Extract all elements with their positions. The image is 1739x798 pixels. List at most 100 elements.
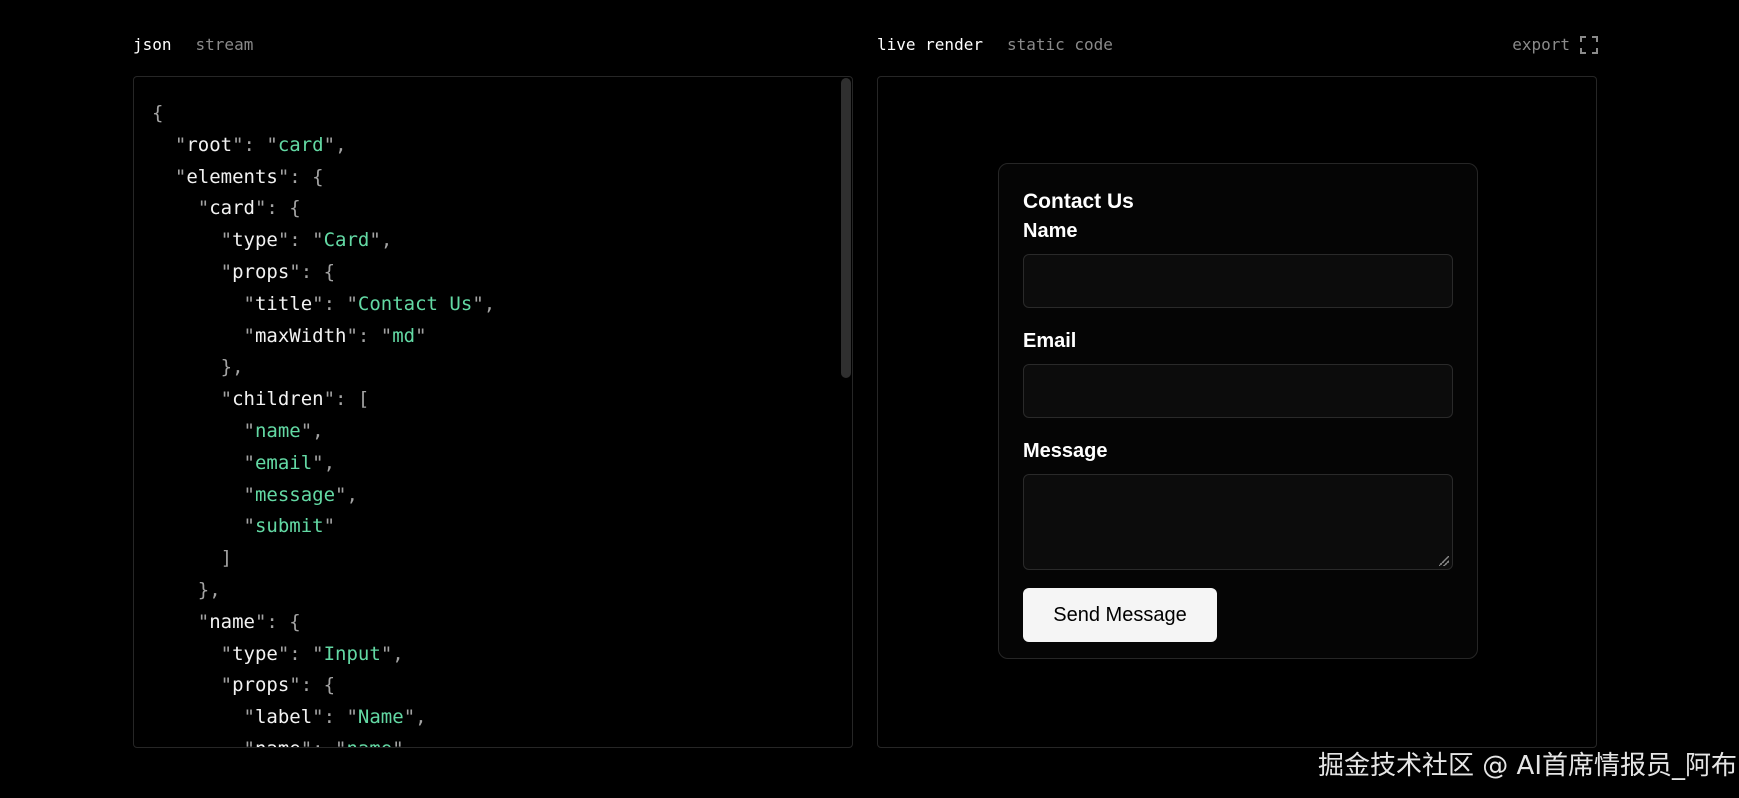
code-line: "card": {	[152, 193, 495, 225]
tab-static-code[interactable]: static code	[1007, 35, 1113, 54]
code-string: name	[346, 738, 392, 747]
code-key: name	[255, 738, 301, 747]
code-line: "name": "name"	[152, 734, 495, 747]
code-string: email	[254, 451, 313, 474]
code-punct: "	[152, 229, 233, 252]
code-punct: "	[152, 674, 233, 697]
code-line: },	[152, 575, 495, 607]
code-string: submit	[254, 515, 324, 538]
json-code-panel[interactable]: { "root": "card", "elements": { "card": …	[133, 76, 853, 748]
code-line: "submit"	[152, 511, 495, 543]
code-punct: ": {	[254, 610, 301, 633]
code-punct: "	[152, 642, 233, 665]
code-line: },	[152, 352, 495, 384]
code-line: "message",	[152, 480, 495, 512]
code-line: "children": [	[152, 384, 495, 416]
code-line: "name",	[152, 416, 495, 448]
tab-live-render[interactable]: live render	[877, 35, 983, 54]
code-punct: "	[152, 419, 255, 442]
email-label: Email	[1023, 330, 1077, 352]
code-punct: "	[152, 324, 255, 347]
code-punct: "	[392, 738, 403, 747]
code-key: children	[232, 388, 324, 411]
code-punct: ": "	[346, 324, 393, 347]
code-line: "props": {	[152, 257, 495, 289]
code-string: Card	[323, 229, 370, 252]
code-punct: ": "	[312, 292, 358, 315]
code-punct: "	[152, 260, 233, 283]
code-punct: "	[152, 483, 255, 506]
code-string: message	[254, 483, 336, 506]
code-punct: "	[323, 515, 336, 538]
card-title: Contact Us	[1023, 190, 1134, 213]
code-line: "name": {	[152, 607, 495, 639]
code-punct: "	[152, 388, 233, 411]
email-input[interactable]	[1023, 364, 1453, 418]
code-punct: ": "	[232, 133, 278, 156]
message-textarea[interactable]	[1023, 474, 1453, 570]
fullscreen-icon[interactable]	[1580, 35, 1598, 54]
name-label: Name	[1023, 220, 1078, 242]
code-key: props	[232, 260, 290, 283]
code-string: name	[254, 419, 301, 442]
code-punct: ": "	[277, 229, 324, 252]
send-message-button[interactable]: Send Message	[1023, 588, 1217, 642]
tab-json[interactable]: json	[133, 35, 172, 54]
code-punct: ": {	[289, 674, 336, 697]
tab-stream[interactable]: stream	[196, 35, 254, 54]
export-button[interactable]: export	[1512, 35, 1598, 54]
code-line: "email",	[152, 448, 495, 480]
name-input[interactable]	[1023, 254, 1453, 308]
code-line: "root": "card",	[152, 130, 495, 162]
code-punct: ": "	[277, 642, 324, 665]
code-punct: ",	[380, 642, 404, 665]
code-key: name	[209, 610, 255, 633]
code-string: Input	[323, 642, 381, 665]
code-punct: "	[415, 324, 427, 347]
code-punct: ": [	[323, 388, 370, 411]
code-punct: },	[152, 356, 244, 379]
code-punct: ": {	[289, 260, 336, 283]
code-key: root	[186, 133, 233, 156]
code-punct: },	[152, 578, 221, 601]
code-key: type	[232, 642, 278, 665]
message-label: Message	[1023, 440, 1108, 462]
code-key: type	[232, 229, 278, 252]
render-view-tabs: live render static code	[877, 35, 1113, 54]
code-punct: ",	[369, 229, 393, 252]
code-string: md	[392, 324, 416, 347]
code-line: {	[152, 98, 495, 130]
code-punct: ": "	[312, 706, 358, 729]
code-punct: "	[152, 738, 255, 747]
code-line: "maxWidth": "md"	[152, 321, 495, 353]
code-punct: ",	[403, 706, 427, 729]
code-line: "type": "Card",	[152, 225, 495, 257]
code-punct: ]	[152, 547, 233, 570]
watermark: 掘金技术社区 @ AI首席情报员_阿布	[1318, 751, 1737, 781]
code-punct: ",	[323, 133, 347, 156]
code-punct: ",	[472, 292, 496, 315]
code-scrollbar[interactable]	[841, 78, 851, 378]
code-punct: "	[152, 451, 255, 474]
code-punct: "	[152, 610, 210, 633]
code-key: props	[232, 674, 290, 697]
code-line: "label": "Name",	[152, 702, 495, 734]
code-key: card	[209, 197, 255, 220]
code-key: title	[254, 292, 313, 315]
code-line: "type": "Input",	[152, 639, 495, 671]
code-punct: "	[152, 197, 210, 220]
code-punct: ",	[300, 419, 324, 442]
code-punct: {	[152, 102, 164, 124]
json-code: { "root": "card", "elements": { "card": …	[152, 98, 496, 747]
code-line: "title": "Contact Us",	[152, 289, 496, 321]
code-line: "props": {	[152, 670, 495, 702]
code-line: "elements": {	[152, 162, 495, 194]
code-punct: "	[152, 165, 187, 188]
code-string: card	[277, 133, 324, 156]
resize-grip-icon[interactable]	[1439, 556, 1449, 566]
code-key: maxWidth	[254, 324, 347, 347]
code-line: ]	[152, 543, 495, 575]
code-punct: ",	[335, 483, 358, 506]
code-string: Contact Us	[357, 292, 473, 315]
live-render-panel: Contact Us Name Email Message Send Messa…	[877, 76, 1597, 748]
